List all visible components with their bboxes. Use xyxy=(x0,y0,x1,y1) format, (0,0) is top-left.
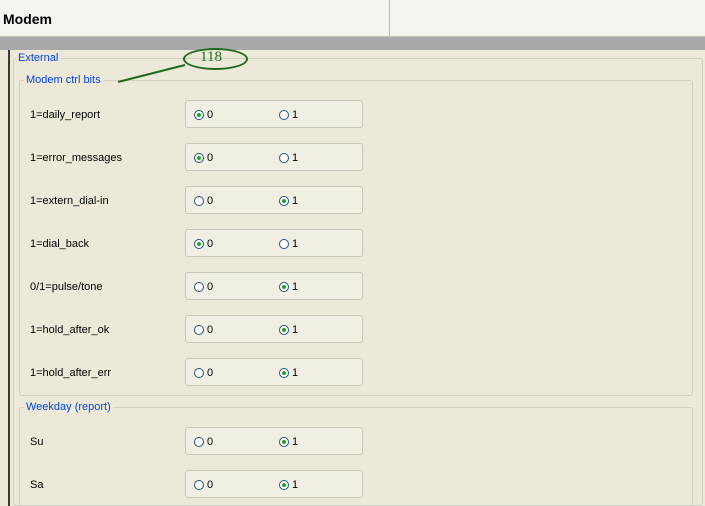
radio-button[interactable] xyxy=(194,239,204,249)
radio-group: 01 xyxy=(185,229,363,257)
radio-group: 01 xyxy=(185,100,363,128)
external-legend: External xyxy=(16,52,61,64)
row-label: 1=dial_back xyxy=(30,238,90,250)
radio-option-label: 0 xyxy=(207,152,214,164)
radio-option-label: 0 xyxy=(207,436,214,448)
row-label: 1=daily_report xyxy=(30,109,101,121)
radio-button[interactable] xyxy=(194,480,204,490)
callout-number: 118 xyxy=(200,49,222,65)
radio-group: 01 xyxy=(185,315,363,343)
title-bar: Modem xyxy=(0,0,705,37)
radio-option-label: 1 xyxy=(292,324,299,336)
row-label: Su xyxy=(30,436,44,448)
title-cell: Modem xyxy=(0,0,390,36)
row-label: 1=hold_after_ok xyxy=(30,324,110,336)
radio-option-label: 1 xyxy=(292,281,299,293)
radio-group: 01 xyxy=(185,186,363,214)
radio-button[interactable] xyxy=(279,239,289,249)
radio-group: 01 xyxy=(185,427,363,455)
radio-option-label: 1 xyxy=(292,152,299,164)
radio-option-label: 1 xyxy=(292,479,299,491)
radio-group: 01 xyxy=(185,358,363,386)
row-label: 1=error_messages xyxy=(30,152,123,164)
radio-option-label: 1 xyxy=(292,238,299,250)
radio-button[interactable] xyxy=(279,153,289,163)
radio-group: 01 xyxy=(185,470,363,498)
radio-button[interactable] xyxy=(194,368,204,378)
radio-option-label: 0 xyxy=(207,367,214,379)
radio-button[interactable] xyxy=(194,153,204,163)
row-label: 0/1=pulse/tone xyxy=(30,281,103,293)
row-label: Sa xyxy=(30,479,44,491)
radio-option-label: 1 xyxy=(292,195,299,207)
row-label: 1=hold_after_err xyxy=(30,367,112,379)
radio-option-label: 1 xyxy=(292,436,299,448)
radio-option-label: 1 xyxy=(292,367,299,379)
radio-button[interactable] xyxy=(194,110,204,120)
radio-option-label: 0 xyxy=(207,109,214,121)
separator-bar xyxy=(0,37,705,50)
radio-button[interactable] xyxy=(279,437,289,447)
weekday-legend: Weekday (report) xyxy=(24,401,113,413)
row-label: 1=extern_dial-in xyxy=(30,195,109,207)
radio-group: 01 xyxy=(185,143,363,171)
modem-ctrl-legend: Modem ctrl bits xyxy=(24,74,103,86)
radio-button[interactable] xyxy=(279,110,289,120)
radio-button[interactable] xyxy=(194,196,204,206)
radio-option-label: 0 xyxy=(207,479,214,491)
radio-button[interactable] xyxy=(279,368,289,378)
radio-option-label: 0 xyxy=(207,195,214,207)
radio-group: 01 xyxy=(185,272,363,300)
content-panel: External Modem ctrl bits 1=daily_report 0… xyxy=(10,50,705,506)
radio-button[interactable] xyxy=(279,325,289,335)
radio-option-label: 0 xyxy=(207,238,214,250)
radio-option-label: 0 xyxy=(207,281,214,293)
page-title: Modem xyxy=(3,11,52,27)
radio-option-label: 1 xyxy=(292,109,299,121)
radio-button[interactable] xyxy=(279,480,289,490)
radio-button[interactable] xyxy=(194,282,204,292)
radio-button[interactable] xyxy=(194,325,204,335)
radio-option-label: 0 xyxy=(207,324,214,336)
radio-button[interactable] xyxy=(279,282,289,292)
radio-button[interactable] xyxy=(279,196,289,206)
radio-button[interactable] xyxy=(194,437,204,447)
